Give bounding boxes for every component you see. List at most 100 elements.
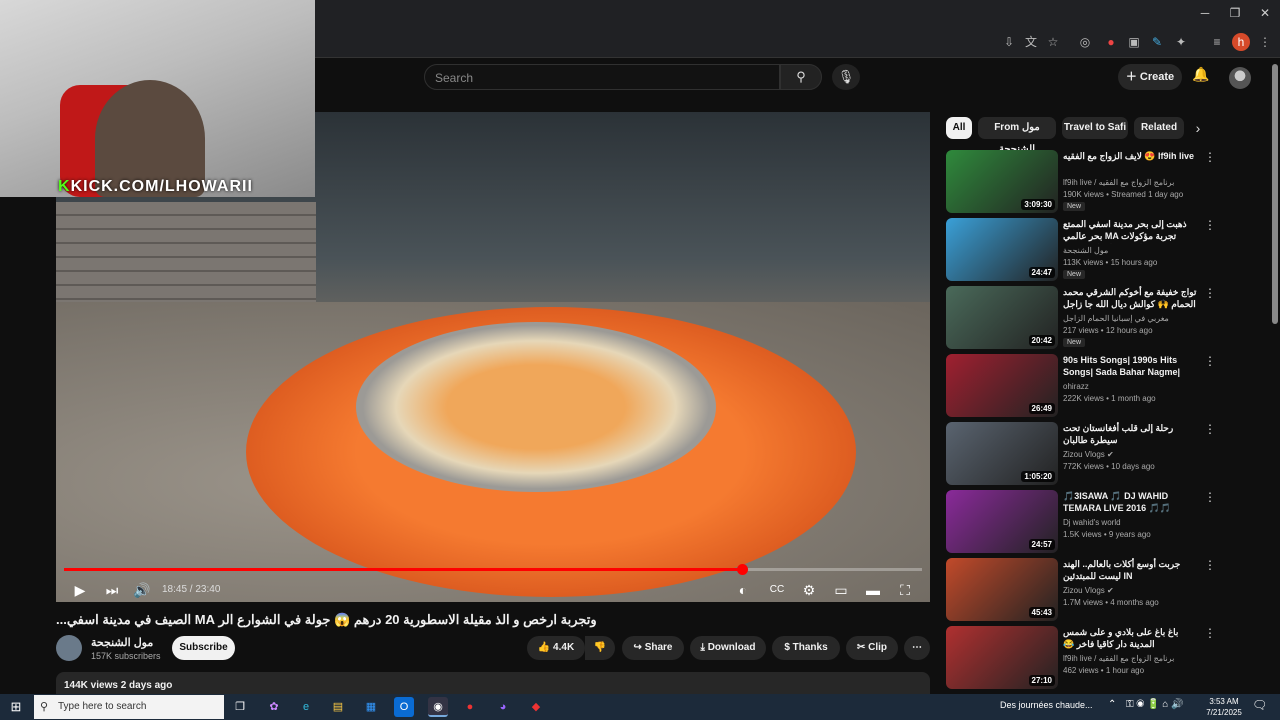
recommendation-title[interactable]: باغ باغ على بلادي و على شمس المدينة دار … (1063, 626, 1199, 652)
more-options-icon[interactable]: ⋮ (1204, 558, 1216, 572)
settings-gear-icon[interactable]: ⚙ (798, 578, 820, 602)
subscribe-button[interactable]: Subscribe (172, 636, 235, 660)
recommendation-thumbnail[interactable]: 3:09:30 (946, 150, 1058, 213)
recommendation-channel[interactable]: Zizou Vlogs ✔ (1063, 586, 1203, 595)
share-button[interactable]: ↪ Share (622, 636, 684, 660)
chevron-right-icon[interactable]: › (1190, 120, 1206, 136)
progress-scrubber[interactable] (736, 564, 748, 575)
recommendation-thumbnail[interactable]: 26:49 (946, 354, 1058, 417)
chip-all[interactable]: All (946, 117, 972, 139)
captions-icon[interactable]: CC (766, 578, 788, 602)
voice-search-button[interactable]: 🎙 (832, 64, 860, 90)
recommendation-item[interactable]: 1:05:20 رحلة إلى قلب أفغانستان تحت سيطرة … (946, 422, 1266, 486)
next-icon[interactable]: ⏭ (102, 578, 122, 602)
task-view-icon[interactable]: ❐ (230, 697, 250, 717)
fullscreen-icon[interactable]: ⛶ (894, 578, 916, 602)
chip-related[interactable]: Related (1134, 117, 1184, 139)
recommendation-item[interactable]: 24:57 🎵3ISAWA 🎵 DJ WAHID TEMARA LIVE 2016… (946, 490, 1266, 554)
profile-icon[interactable]: h (1232, 33, 1250, 51)
recommendation-channel[interactable]: ohirazz (1063, 382, 1203, 391)
store-icon[interactable]: ▦ (361, 697, 381, 717)
recommendation-item[interactable]: 45:43 جربت أوسع أكلات بالعالم.. الهند ليس… (946, 558, 1266, 622)
more-options-icon[interactable]: ⋮ (1204, 422, 1216, 436)
progress-bar[interactable] (64, 568, 922, 571)
recommendation-title[interactable]: 90s Hits Songs| 1990s Hits Songs| Sada B… (1063, 354, 1199, 380)
file-explorer-icon[interactable]: ▤ (328, 697, 348, 717)
extension-icon[interactable]: ✎ (1148, 33, 1166, 51)
like-button[interactable]: 👍 4.4K (527, 636, 585, 660)
recommendation-item[interactable]: 27:10 باغ باغ على بلادي و على شمس المدينة… (946, 626, 1266, 690)
windows-start-icon[interactable]: ⊞ (6, 697, 26, 717)
outlook-icon[interactable]: O (394, 697, 414, 717)
recommendation-thumbnail[interactable]: 24:57 (946, 490, 1058, 553)
search-input[interactable]: Search (424, 64, 780, 90)
extension-icon[interactable]: ◎ (1076, 33, 1094, 51)
restore-icon[interactable]: ❐ (1220, 3, 1250, 23)
recommendation-channel[interactable]: lf9ih live / برنامج الزواج مع الفقيه (1063, 178, 1203, 187)
recommendation-channel[interactable]: مول الشنجحة (1063, 246, 1203, 255)
recommendation-thumbnail[interactable]: 20:42 (946, 286, 1058, 349)
scrollbar[interactable] (1272, 64, 1278, 324)
recommendation-title[interactable]: ذهبت إلى بحر مدينة اسفي الممتع بحر عالمي… (1063, 218, 1199, 244)
play-icon[interactable]: ▶ (70, 578, 90, 602)
minimize-icon[interactable]: ─ (1190, 3, 1220, 23)
recommendation-title[interactable]: 🎵3ISAWA 🎵 DJ WAHID TEMARA LIVE 2016 🎵🎵 (1063, 490, 1199, 514)
edge-icon[interactable]: e (296, 697, 316, 717)
bookmark-star-icon[interactable]: ☆ (1044, 33, 1062, 51)
extension-icon[interactable]: ▣ (1125, 33, 1143, 51)
dislike-button[interactable]: 👎 (585, 636, 615, 660)
theater-mode-icon[interactable]: ▬ (862, 578, 884, 602)
recommendation-item[interactable]: 20:42 تواج خفيفة مع أخوكم الشرقي محمد الح… (946, 286, 1266, 350)
miniplayer-icon[interactable]: ▭ (830, 578, 852, 602)
install-app-icon[interactable]: ⇩ (1000, 33, 1018, 51)
chrome-icon[interactable]: ◉ (428, 697, 448, 717)
close-icon[interactable]: ✕ (1250, 3, 1280, 23)
tray-icons[interactable]: ⚿ ◉ 🔋 ⌂ 🔊 (1126, 699, 1184, 710)
recommendation-title[interactable]: لايف الزواج مع الفقيه 😍 lf9ih live (1063, 150, 1199, 162)
chip-from-channel[interactable]: From مول الشنجحة (978, 117, 1056, 155)
translate-icon[interactable]: 文 (1022, 33, 1040, 51)
recommendation-item[interactable]: 26:49 90s Hits Songs| 1990s Hits Songs| S… (946, 354, 1266, 418)
create-button[interactable]: ＋ Create (1118, 64, 1182, 90)
recommendation-thumbnail[interactable]: 24:47 (946, 218, 1058, 281)
tray-chevron-icon[interactable]: ⌃ (1108, 699, 1116, 710)
notifications-icon[interactable]: 🗨 (1252, 698, 1267, 712)
search-button[interactable]: ⚲ (780, 64, 822, 90)
more-options-icon[interactable]: ⋮ (1204, 150, 1216, 164)
notifications-bell-icon[interactable]: 🔔 (1190, 66, 1212, 88)
discord-icon[interactable]: ◕ (493, 697, 513, 717)
autoplay-toggle[interactable]: ◐ (730, 578, 756, 602)
recommendation-title[interactable]: جربت أوسع أكلات بالعالم.. الهند ليست للم… (1063, 558, 1199, 582)
copilot-icon[interactable]: ✿ (264, 697, 284, 717)
weather-widget[interactable]: Des journées chaude... (1000, 700, 1093, 710)
recommendation-item[interactable]: 24:47 ذهبت إلى بحر مدينة اسفي الممتع بحر … (946, 218, 1266, 282)
recommendation-thumbnail[interactable]: 27:10 (946, 626, 1058, 689)
account-avatar[interactable] (1229, 67, 1251, 89)
volume-icon[interactable]: 🔊 (132, 578, 152, 602)
channel-avatar[interactable] (56, 635, 82, 661)
recommendation-channel[interactable]: lf9ih live / برنامج الزواج مع الفقيه (1063, 654, 1203, 663)
download-button[interactable]: ⤓ Download (690, 636, 766, 660)
clip-button[interactable]: ✂ Clip (846, 636, 898, 660)
thanks-button[interactable]: $ Thanks (772, 636, 840, 660)
more-options-icon[interactable]: ⋮ (1204, 354, 1216, 368)
more-actions-icon[interactable]: ⋯ (904, 636, 930, 660)
app-icon[interactable]: ● (460, 697, 480, 717)
menu-kebab-icon[interactable]: ⋮ (1256, 33, 1274, 51)
app-icon[interactable]: ◆ (526, 697, 546, 717)
recommendation-title[interactable]: رحلة إلى قلب أفغانستان تحت سيطرة طالبان (1063, 422, 1199, 446)
taskbar-search-input[interactable]: Type here to search (34, 695, 224, 719)
recommendation-thumbnail[interactable]: 45:43 (946, 558, 1058, 621)
recommendation-item[interactable]: 3:09:30 لايف الزواج مع الفقيه 😍 lf9ih liv… (946, 150, 1266, 214)
more-options-icon[interactable]: ⋮ (1204, 490, 1216, 504)
recommendation-channel[interactable]: مغربي في إسبانيا الحمام الزاجل (1063, 314, 1203, 323)
puzzle-icon[interactable]: ✦ (1172, 33, 1190, 51)
more-options-icon[interactable]: ⋮ (1204, 286, 1216, 300)
more-options-icon[interactable]: ⋮ (1204, 626, 1216, 640)
recommendation-thumbnail[interactable]: 1:05:20 (946, 422, 1058, 485)
recommendation-title[interactable]: تواج خفيفة مع أخوكم الشرقي محمد الحمام 🙌… (1063, 286, 1199, 312)
recommendation-channel[interactable]: Zizou Vlogs ✔ (1063, 450, 1203, 459)
recommendation-channel[interactable]: Dj wahid's world (1063, 518, 1203, 527)
more-options-icon[interactable]: ⋮ (1204, 218, 1216, 232)
chip-travel-to-safi[interactable]: Travel to Safi (1062, 117, 1128, 139)
